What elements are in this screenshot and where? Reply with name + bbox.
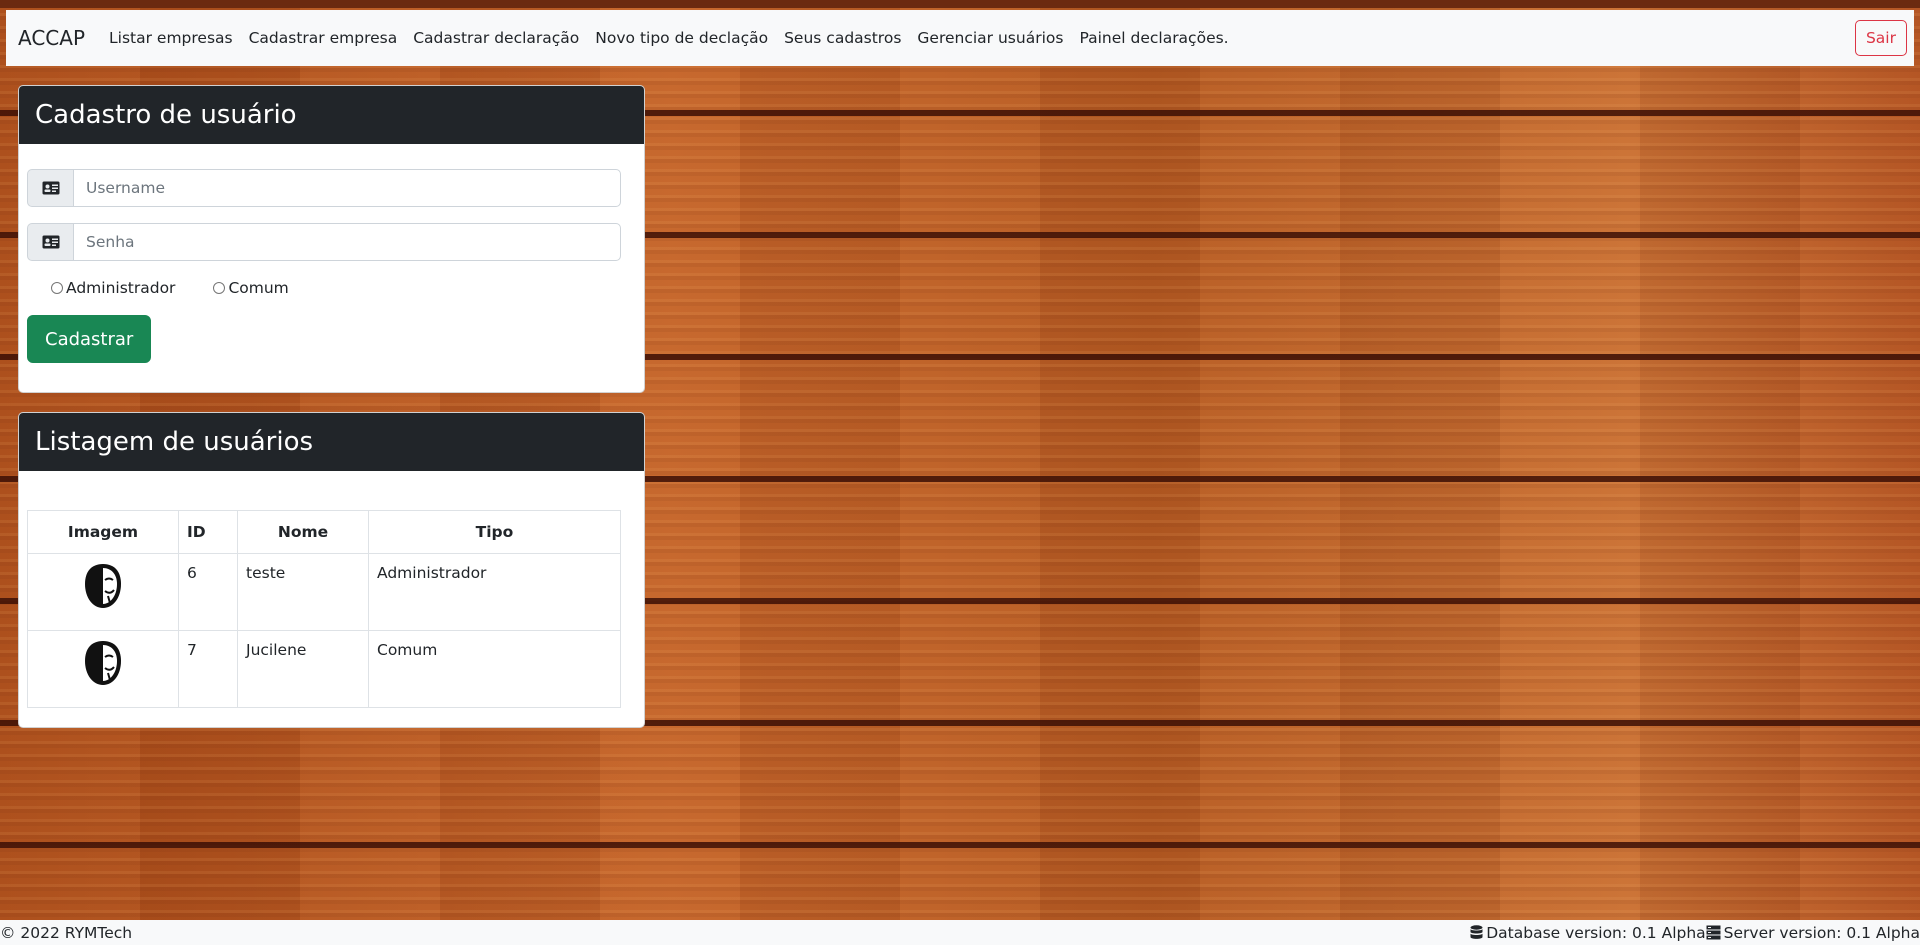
username-group bbox=[27, 169, 621, 207]
server-icon bbox=[1706, 925, 1721, 940]
mask-avatar-icon bbox=[83, 641, 123, 691]
register-card: Cadastro de usuário Administrador Comum … bbox=[18, 85, 645, 393]
users-table: Imagem ID Nome Tipo 6 teste Administrado… bbox=[27, 510, 621, 708]
role-radio-group: Administrador Comum bbox=[27, 279, 620, 297]
role-option-administrador[interactable]: Administrador bbox=[51, 279, 175, 297]
row-id: 7 bbox=[178, 630, 238, 708]
role-option-comum[interactable]: Comum bbox=[213, 279, 289, 297]
column-header-id: ID bbox=[178, 510, 238, 554]
database-icon bbox=[1470, 925, 1483, 940]
id-card-icon bbox=[27, 169, 73, 207]
role-radio-comum[interactable] bbox=[213, 282, 226, 294]
table-row: 7 Jucilene Comum bbox=[27, 630, 621, 708]
row-type: Comum bbox=[368, 630, 621, 708]
user-list-title: Listagem de usuários bbox=[19, 413, 644, 471]
register-card-title: Cadastro de usuário bbox=[19, 86, 644, 144]
logout-button[interactable]: Sair bbox=[1854, 20, 1907, 56]
nav-link-listar-empresas[interactable]: Listar empresas bbox=[109, 29, 233, 47]
nav-link-painel-declaracoes[interactable]: Painel declarações. bbox=[1079, 29, 1228, 47]
nav-link-gerenciar-usuarios[interactable]: Gerenciar usuários bbox=[917, 29, 1063, 47]
mask-avatar-icon bbox=[83, 564, 123, 614]
nav-link-novo-tipo[interactable]: Novo tipo de declação bbox=[595, 29, 768, 47]
password-group bbox=[27, 223, 621, 261]
navbar: ACCAP Listar empresas Cadastrar empresa … bbox=[6, 10, 1914, 66]
register-button[interactable]: Cadastrar bbox=[27, 315, 152, 363]
nav-link-cadastrar-empresa[interactable]: Cadastrar empresa bbox=[249, 29, 398, 47]
footer: © 2022 RYMTech Database version: 0.1 Alp… bbox=[0, 920, 1920, 945]
row-type: Administrador bbox=[368, 553, 621, 631]
copyright-text: © 2022 RYMTech bbox=[0, 923, 133, 942]
role-label-comum: Comum bbox=[228, 279, 289, 297]
avatar-cell bbox=[27, 553, 179, 631]
top-edge bbox=[0, 0, 1920, 8]
table-header-row: Imagem ID Nome Tipo bbox=[27, 510, 621, 554]
nav-link-cadastrar-declaracao[interactable]: Cadastrar declaração bbox=[413, 29, 579, 47]
row-id: 6 bbox=[178, 553, 238, 631]
role-radio-administrador[interactable] bbox=[51, 282, 63, 294]
database-version: Database version: 0.1 Alpha bbox=[1486, 923, 1706, 942]
nav-link-seus-cadastros[interactable]: Seus cadastros bbox=[784, 29, 901, 47]
brand-link[interactable]: ACCAP bbox=[18, 26, 85, 50]
role-label-administrador: Administrador bbox=[66, 279, 176, 297]
column-header-nome: Nome bbox=[237, 510, 369, 554]
column-header-tipo: Tipo bbox=[368, 510, 621, 554]
server-version: Server version: 0.1 Alpha bbox=[1723, 923, 1920, 942]
username-input[interactable] bbox=[73, 169, 621, 207]
password-input[interactable] bbox=[73, 223, 621, 261]
user-list-card: Listagem de usuários Imagem ID Nome Tipo bbox=[18, 412, 645, 728]
row-name: teste bbox=[237, 553, 369, 631]
avatar-cell bbox=[27, 630, 179, 708]
row-name: Jucilene bbox=[237, 630, 369, 708]
table-row: 6 teste Administrador bbox=[27, 553, 621, 631]
id-card-icon bbox=[27, 223, 73, 261]
column-header-imagem: Imagem bbox=[27, 510, 179, 554]
